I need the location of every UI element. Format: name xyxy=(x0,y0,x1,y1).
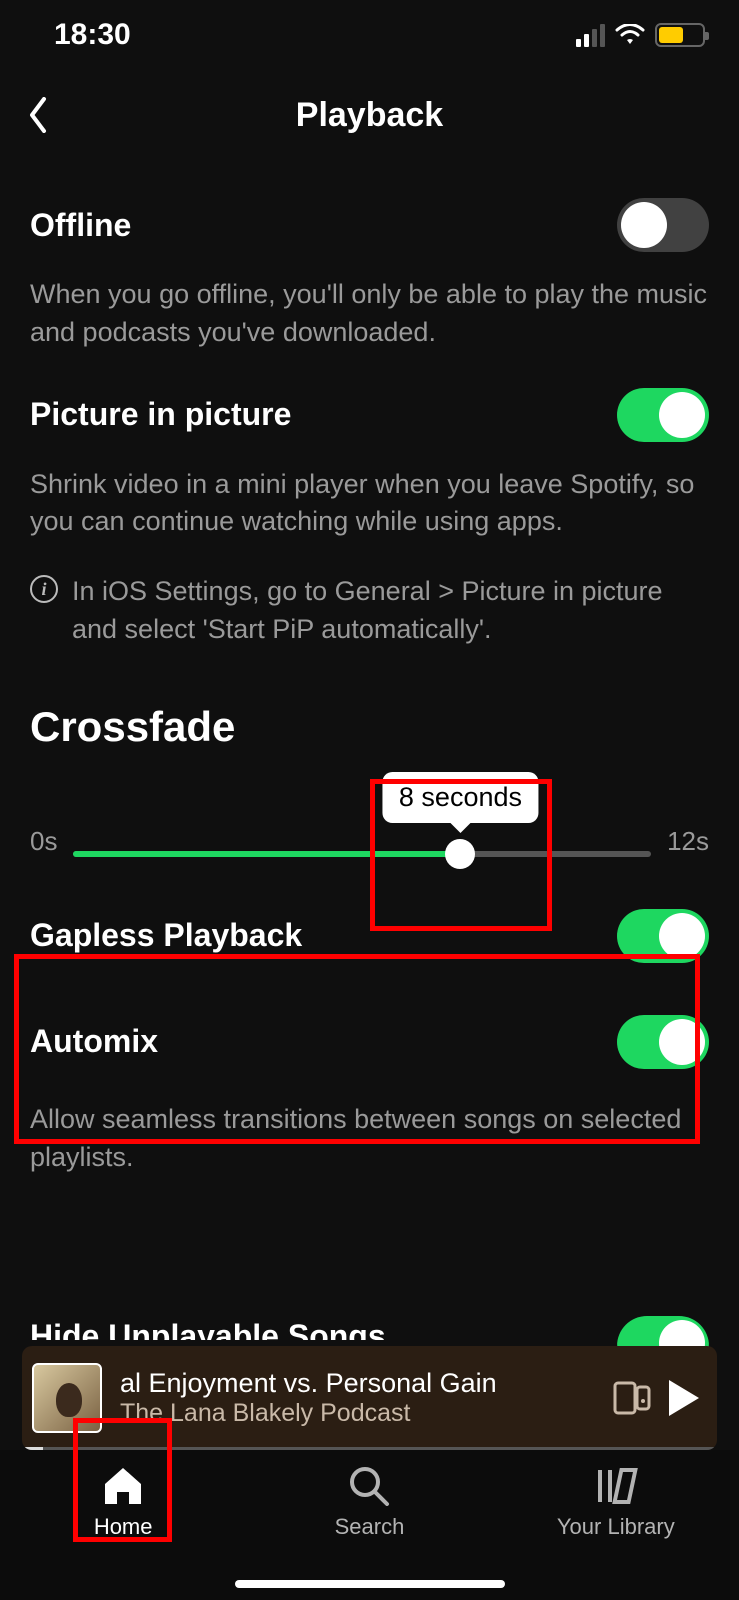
now-playing-artwork xyxy=(32,1363,102,1433)
pip-description: Shrink video in a mini player when you l… xyxy=(30,460,709,560)
now-playing-text: al Enjoyment vs. Personal Gain The Lana … xyxy=(120,1368,595,1428)
play-icon[interactable] xyxy=(669,1380,699,1416)
tab-search-label: Search xyxy=(335,1514,405,1540)
now-playing-subtitle: The Lana Blakely Podcast xyxy=(120,1399,595,1428)
search-icon xyxy=(347,1464,391,1506)
automix-label: Automix xyxy=(30,1023,158,1060)
pip-label: Picture in picture xyxy=(30,396,291,433)
pip-row: Picture in picture xyxy=(30,370,709,460)
tab-library[interactable]: Your Library xyxy=(526,1464,706,1600)
crossfade-min-label: 0s xyxy=(30,826,57,857)
status-indicators xyxy=(576,23,705,47)
cellular-icon xyxy=(576,24,605,47)
gapless-label: Gapless Playback xyxy=(30,917,302,954)
pip-toggle[interactable] xyxy=(617,388,709,442)
crossfade-tooltip: 8 seconds xyxy=(383,772,538,823)
crossfade-slider-container: 0s 8 seconds 12s xyxy=(30,763,709,883)
tab-library-label: Your Library xyxy=(557,1514,675,1540)
crossfade-slider-thumb[interactable] xyxy=(445,839,475,869)
tab-home-label: Home xyxy=(94,1514,153,1540)
now-playing-title: al Enjoyment vs. Personal Gain xyxy=(120,1368,595,1399)
back-icon[interactable] xyxy=(28,97,48,133)
home-indicator[interactable] xyxy=(235,1580,505,1588)
tab-bar: Home Search Your Library xyxy=(0,1450,739,1600)
hide-unplayable-label-partial: Hide Unplayable Songs xyxy=(30,1318,430,1340)
pip-info-text: In iOS Settings, go to General > Picture… xyxy=(72,573,709,649)
automix-row: Automix xyxy=(30,989,709,1095)
status-bar: 18:30 xyxy=(0,0,739,70)
offline-label: Offline xyxy=(30,207,131,244)
library-icon xyxy=(594,1464,638,1506)
gapless-row: Gapless Playback xyxy=(30,883,709,989)
status-time: 18:30 xyxy=(54,18,131,52)
crossfade-heading: Crossfade xyxy=(30,679,709,763)
crossfade-max-label: 12s xyxy=(667,826,709,857)
settings-content: Offline When you go offline, you'll only… xyxy=(0,160,739,1194)
nav-header: Playback xyxy=(0,70,739,160)
now-playing-bar[interactable]: al Enjoyment vs. Personal Gain The Lana … xyxy=(22,1346,717,1450)
home-icon xyxy=(101,1464,145,1506)
page-title: Playback xyxy=(0,96,739,135)
tab-home[interactable]: Home xyxy=(33,1464,213,1600)
pip-info-row: i In iOS Settings, go to General > Pictu… xyxy=(30,559,709,679)
gapless-toggle[interactable] xyxy=(617,909,709,963)
offline-toggle[interactable] xyxy=(617,198,709,252)
offline-row: Offline xyxy=(30,180,709,270)
info-icon: i xyxy=(30,575,58,603)
connect-device-icon[interactable] xyxy=(613,1381,651,1415)
automix-toggle[interactable] xyxy=(617,1015,709,1069)
automix-description: Allow seamless transitions between songs… xyxy=(30,1095,709,1195)
wifi-icon xyxy=(615,24,645,46)
offline-description: When you go offline, you'll only be able… xyxy=(30,270,709,370)
battery-icon xyxy=(655,23,705,47)
crossfade-slider[interactable]: 8 seconds xyxy=(73,851,651,857)
